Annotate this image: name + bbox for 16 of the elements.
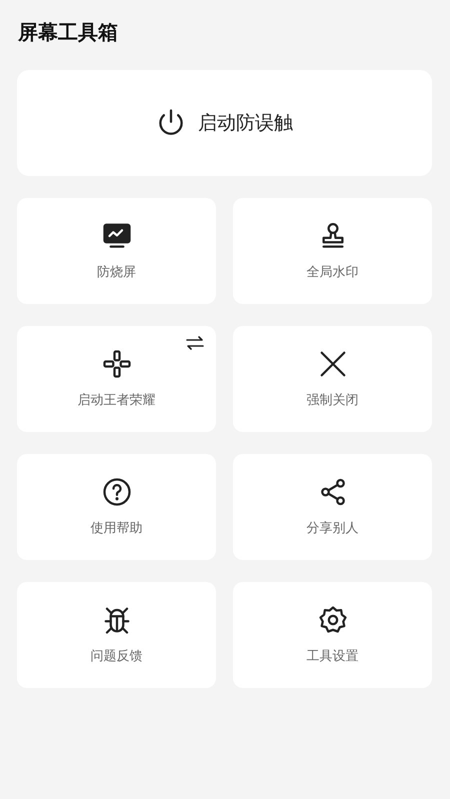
start-button[interactable]: 启动防误触 bbox=[17, 70, 432, 176]
tool-tile[interactable]: 启动王者荣耀 bbox=[17, 326, 216, 432]
monitor-icon bbox=[102, 221, 132, 251]
help-icon bbox=[102, 477, 132, 507]
tool-tile[interactable]: 工具设置 bbox=[233, 582, 432, 688]
tool-tile[interactable]: 防烧屏 bbox=[17, 198, 216, 304]
tool-tile[interactable]: 全局水印 bbox=[233, 198, 432, 304]
tool-tile[interactable]: 分享别人 bbox=[233, 454, 432, 560]
tool-tile[interactable]: 强制关闭 bbox=[233, 326, 432, 432]
tool-tile[interactable]: 使用帮助 bbox=[17, 454, 216, 560]
close-icon bbox=[318, 349, 348, 379]
page-title: 屏幕工具箱 bbox=[18, 19, 119, 46]
settings-icon bbox=[318, 605, 348, 635]
bug-icon bbox=[102, 605, 132, 635]
tool-tile[interactable]: 问题反馈 bbox=[17, 582, 216, 688]
gamepad-icon bbox=[102, 349, 132, 379]
